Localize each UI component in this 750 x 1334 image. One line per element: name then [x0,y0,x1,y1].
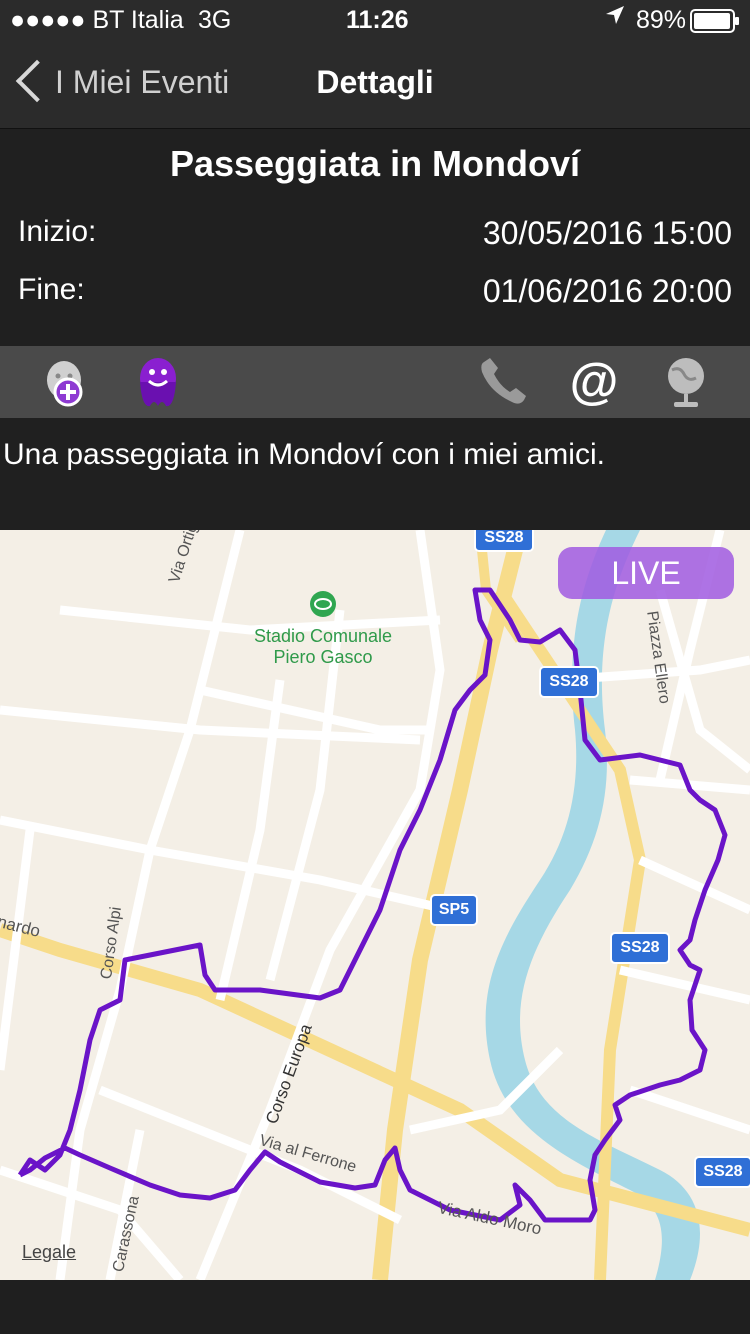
legal-link[interactable]: Legale [22,1242,76,1263]
battery-percent: 89% [636,6,687,34]
poi-label[interactable]: Stadio Comunale Piero Gasco [232,626,414,668]
event-title: Passeggiata in Mondoví [169,143,581,184]
stadium-icon [310,591,336,617]
road-shield: SP5 [430,894,478,926]
route-line [17,587,728,1223]
road-shield: SS28 [474,530,534,552]
network-type: 3G [198,6,232,34]
description-text: Una passeggiata in Mondoví con i miei am… [3,438,605,471]
page-title: Dettagli [316,64,434,100]
live-button[interactable]: LIVE [558,547,734,599]
phone-icon[interactable] [474,352,534,412]
svg-text:@: @ [570,353,619,409]
end-label: Fine: [18,273,85,306]
add-participant-icon[interactable] [36,352,96,412]
start-value: 30/05/2016 15:00 [482,215,732,251]
road-shield: SS28 [539,666,599,698]
navigation-bar: I Miei Eventi Dettagli [0,44,750,129]
road-shield: SS28 [694,1156,750,1188]
bottom-bar [0,1280,750,1334]
poi-label-line2: Piero Gasco [273,647,373,667]
participants-icon[interactable] [128,352,188,412]
location-arrow-icon [604,4,626,33]
status-bar: ●●●●● BT Italia 3G 11:26 89% [0,0,750,44]
event-description: Una passeggiata in Mondoví con i miei am… [0,418,750,530]
event-details: Passeggiata in Mondoví Inizio: 30/05/201… [0,129,750,346]
road-shield: SS28 [610,932,670,964]
email-icon[interactable]: @ [564,352,624,412]
event-toolbar: @ [0,346,750,418]
battery-icon [690,9,740,40]
poi-label-line1: Stadio Comunale [253,626,393,646]
start-label: Inizio: [18,215,97,248]
clock: 11:26 [346,6,409,34]
map-view[interactable]: Stadio Comunale Piero Gasco SS28 SS28 SP… [0,530,750,1280]
end-value: 01/06/2016 20:00 [482,273,732,309]
web-icon[interactable] [656,352,716,412]
carrier: ●●●●● BT Italia [10,6,184,34]
